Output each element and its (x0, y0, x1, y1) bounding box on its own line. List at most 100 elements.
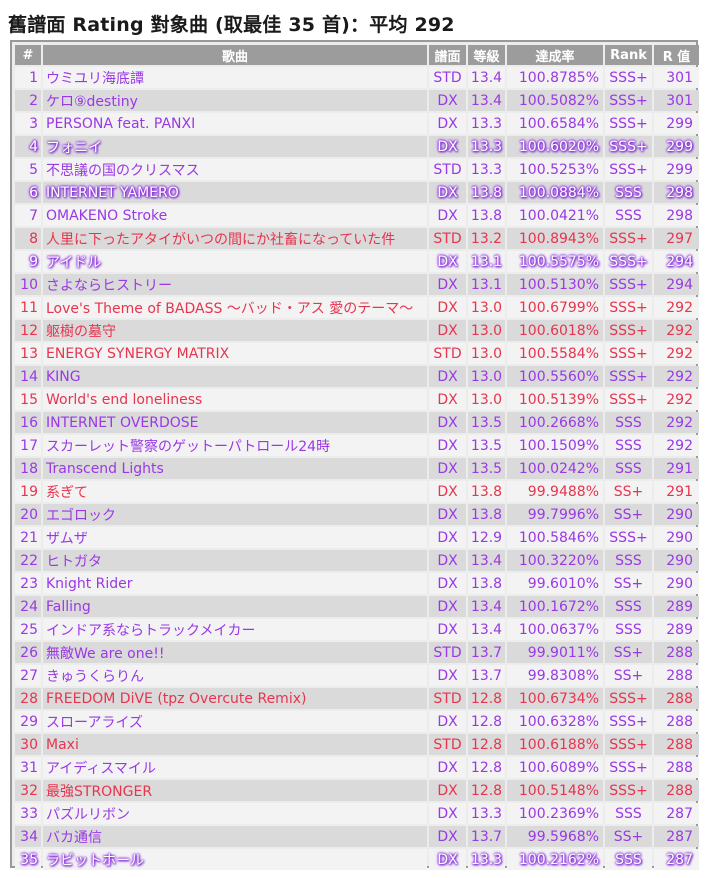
rating-value: 301 (654, 90, 699, 111)
chart-type: DX (429, 665, 466, 686)
rating-value: 290 (654, 573, 699, 594)
chart-level: 12.8 (468, 780, 505, 801)
chart-type: STD (429, 642, 466, 663)
rating-value: 292 (654, 389, 699, 410)
achievement-rate: 100.1672% (507, 596, 603, 617)
song-title[interactable]: 人里に下ったアタイがいつの間にか社畜になっていた件 (43, 228, 427, 249)
rank-badge: SSS+ (605, 389, 652, 410)
song-title[interactable]: バカ通信 (43, 826, 427, 847)
song-title[interactable]: 最強STRONGER (43, 780, 427, 801)
achievement-rate: 100.0884% (507, 182, 603, 203)
chart-type: DX (429, 320, 466, 341)
song-title[interactable]: 不思議の国のクリスマス (43, 159, 427, 180)
rank-badge: SSS (605, 550, 652, 571)
song-title[interactable]: パズルリボン (43, 803, 427, 824)
song-title[interactable]: INTERNET YAMERO (43, 182, 427, 203)
song-title[interactable]: ラビットホール (43, 849, 427, 870)
song-title[interactable]: Transcend Lights (43, 458, 427, 479)
song-title[interactable]: 系ぎて (43, 481, 427, 502)
row-index: 4 (15, 136, 41, 157)
chart-type: DX (429, 113, 466, 134)
rank-badge: SSS+ (605, 228, 652, 249)
rating-value: 288 (654, 665, 699, 686)
song-title[interactable]: INTERNET OVERDOSE (43, 412, 427, 433)
rank-badge: SSS (605, 412, 652, 433)
song-title[interactable]: ウミユリ海底譚 (43, 67, 427, 88)
chart-level: 13.4 (468, 550, 505, 571)
row-index: 17 (15, 435, 41, 456)
song-title[interactable]: エゴロック (43, 504, 427, 525)
achievement-rate: 100.6089% (507, 757, 603, 778)
rating-value: 292 (654, 435, 699, 456)
header-rank[interactable]: Rank (605, 45, 652, 65)
song-title[interactable]: OMAKENO Stroke (43, 205, 427, 226)
achievement-rate: 100.0242% (507, 458, 603, 479)
rating-value: 290 (654, 527, 699, 548)
header-index[interactable]: # (15, 45, 41, 65)
rating-value: 290 (654, 550, 699, 571)
song-title[interactable]: さよならヒストリー (43, 274, 427, 295)
song-title[interactable]: ENERGY SYNERGY MATRIX (43, 343, 427, 364)
chart-type: DX (429, 619, 466, 640)
chart-type: DX (429, 481, 466, 502)
chart-type: DX (429, 527, 466, 548)
song-title[interactable]: Love's Theme of BADASS ～バッド・アス 愛のテーマ～ (43, 297, 427, 318)
chart-type: STD (429, 688, 466, 709)
chart-type: DX (429, 458, 466, 479)
rating-value: 288 (654, 688, 699, 709)
song-title[interactable]: KING (43, 366, 427, 387)
song-title[interactable]: ケロ⑨destiny (43, 90, 427, 111)
achievement-rate: 100.5575% (507, 251, 603, 272)
song-title[interactable]: Maxi (43, 734, 427, 755)
row-index: 35 (15, 849, 41, 870)
chart-level: 13.8 (468, 481, 505, 502)
song-title[interactable]: インドア系ならトラックメイカー (43, 619, 427, 640)
song-title[interactable]: アイディスマイル (43, 757, 427, 778)
header-song[interactable]: 歌曲 (43, 45, 427, 65)
rank-badge: SSS+ (605, 90, 652, 111)
header-chart[interactable]: 譜面 (429, 45, 466, 65)
table-row: 34 バカ通信 DX 13.7 99.5968% SS+ 287 (15, 826, 699, 847)
chart-type: DX (429, 711, 466, 732)
table-row: 15 World's end loneliness DX 13.0 100.5139% S… (15, 389, 699, 410)
achievement-rate: 99.8308% (507, 665, 603, 686)
rank-badge: SSS+ (605, 274, 652, 295)
table-row: 16 INTERNET OVERDOSE DX 13.5 100.2668% SSS 292 (15, 412, 699, 433)
song-title[interactable]: きゅうくらりん (43, 665, 427, 686)
row-index: 20 (15, 504, 41, 525)
song-title[interactable]: Knight Rider (43, 573, 427, 594)
song-title[interactable]: スカーレット警察のゲットーパトロール24時 (43, 435, 427, 456)
table-row: 7 OMAKENO Stroke DX 13.8 100.0421% SSS 298 (15, 205, 699, 226)
rank-badge: SSS (605, 803, 652, 824)
achievement-rate: 100.0421% (507, 205, 603, 226)
table-row: 8 人里に下ったアタイがいつの間にか社畜になっていた件 STD 13.2 100.894… (15, 228, 699, 249)
song-title[interactable]: FREEDOM DiVE (tpz Overcute Remix) (43, 688, 427, 709)
song-title[interactable]: World's end loneliness (43, 389, 427, 410)
rank-badge: SSS+ (605, 251, 652, 272)
chart-type: DX (429, 435, 466, 456)
song-title[interactable]: ヒトガタ (43, 550, 427, 571)
rank-badge: SSS+ (605, 688, 652, 709)
table-row: 20 エゴロック DX 13.8 99.7996% SS+ 290 (15, 504, 699, 525)
row-index: 32 (15, 780, 41, 801)
song-title[interactable]: フォニイ (43, 136, 427, 157)
header-rating[interactable]: R 值 (654, 45, 699, 65)
song-title[interactable]: 無敵We are one!! (43, 642, 427, 663)
song-title[interactable]: ザムザ (43, 527, 427, 548)
chart-level: 13.3 (468, 113, 505, 134)
row-index: 13 (15, 343, 41, 364)
song-title[interactable]: Falling (43, 596, 427, 617)
song-title[interactable]: アイドル (43, 251, 427, 272)
song-title[interactable]: スローアライズ (43, 711, 427, 732)
achievement-rate: 100.2162% (507, 849, 603, 870)
rating-table: # 歌曲 譜面 等級 達成率 Rank R 值 1 ウミユリ海底譚 STD 13.4 1… (13, 43, 701, 872)
table-row: 3 PERSONA feat. PANXI DX 13.3 100.6584% SSS+ 2… (15, 113, 699, 134)
chart-type: DX (429, 366, 466, 387)
achievement-rate: 100.6584% (507, 113, 603, 134)
rank-badge: SSS+ (605, 366, 652, 387)
chart-type: DX (429, 826, 466, 847)
song-title[interactable]: PERSONA feat. PANXI (43, 113, 427, 134)
header-achievement[interactable]: 達成率 (507, 45, 603, 65)
song-title[interactable]: 躯樹の墓守 (43, 320, 427, 341)
header-level[interactable]: 等級 (468, 45, 505, 65)
